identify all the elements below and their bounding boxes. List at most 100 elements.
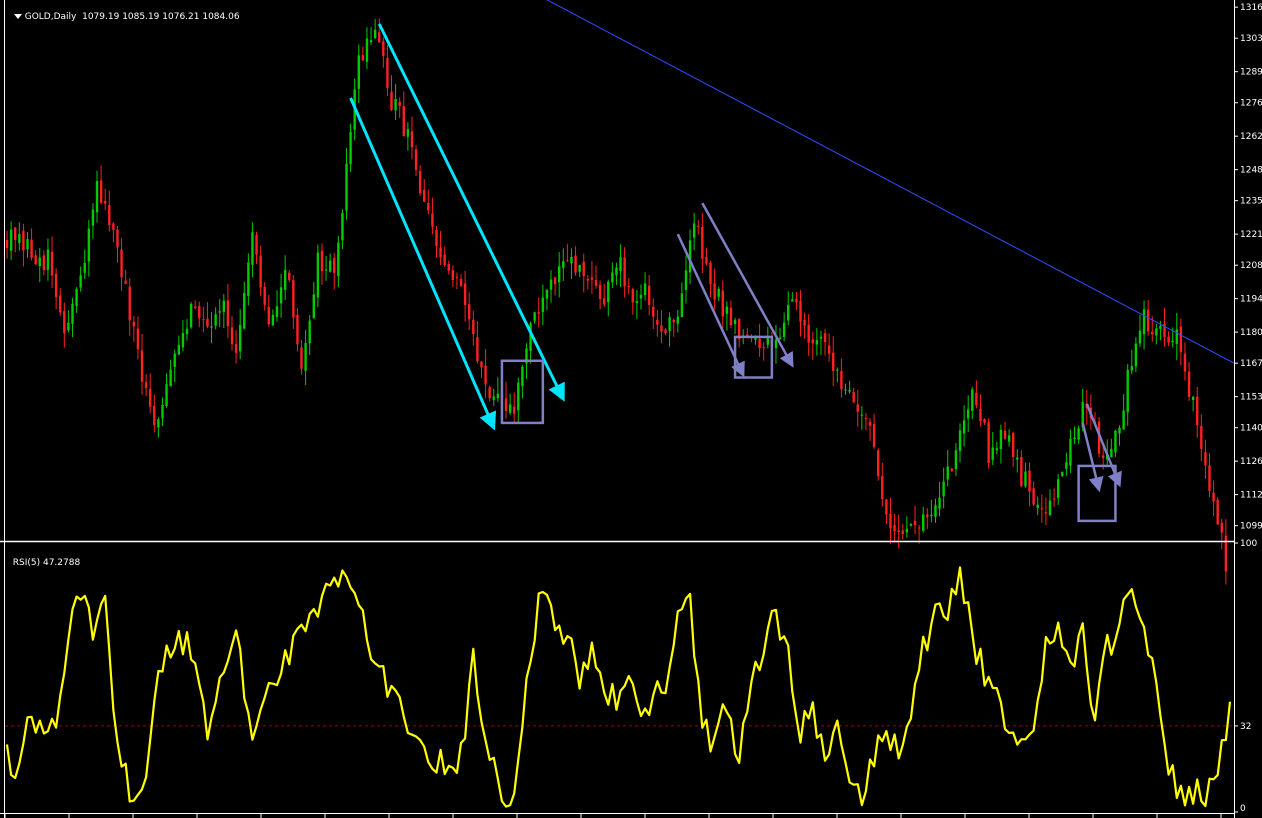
candle-body[interactable] bbox=[71, 303, 74, 324]
candle-body[interactable] bbox=[59, 295, 62, 313]
candle-body[interactable] bbox=[288, 272, 291, 281]
candle-body[interactable] bbox=[991, 447, 994, 460]
candle-body[interactable] bbox=[161, 405, 164, 419]
candle-body[interactable] bbox=[1056, 479, 1060, 498]
candle-body[interactable] bbox=[443, 254, 446, 265]
candle-body[interactable] bbox=[1208, 465, 1211, 491]
candle-body[interactable] bbox=[42, 255, 46, 271]
candle-body[interactable] bbox=[664, 329, 667, 334]
candle-body[interactable] bbox=[1191, 396, 1195, 400]
candle-body[interactable] bbox=[1204, 452, 1207, 466]
candle-body[interactable] bbox=[1011, 433, 1015, 458]
price-pane[interactable] bbox=[5, 18, 1228, 585]
candle-body[interactable] bbox=[439, 247, 442, 258]
candle-body[interactable] bbox=[279, 287, 283, 304]
candle-body[interactable] bbox=[210, 326, 213, 328]
candle-body[interactable] bbox=[922, 514, 925, 531]
candle-body[interactable] bbox=[402, 106, 405, 137]
candle-body[interactable] bbox=[832, 352, 835, 371]
candle-body[interactable] bbox=[1114, 430, 1117, 453]
candle-body[interactable] bbox=[787, 305, 790, 321]
candle-body[interactable] bbox=[480, 361, 483, 368]
candle-body[interactable] bbox=[463, 283, 467, 306]
candle-body[interactable] bbox=[349, 131, 352, 165]
candle-body[interactable] bbox=[954, 450, 958, 470]
candle-body[interactable] bbox=[30, 239, 33, 258]
candle-body[interactable] bbox=[537, 312, 540, 314]
candle-body[interactable] bbox=[836, 369, 839, 371]
candle-body[interactable] bbox=[541, 297, 545, 312]
candle-body[interactable] bbox=[684, 270, 688, 290]
candle-body[interactable] bbox=[304, 342, 307, 371]
candle-body[interactable] bbox=[987, 422, 990, 463]
candle-body[interactable] bbox=[320, 250, 324, 272]
candle-body[interactable] bbox=[1200, 425, 1203, 449]
candle-body[interactable] bbox=[18, 234, 21, 244]
candle-body[interactable] bbox=[451, 270, 455, 281]
candle-body[interactable] bbox=[553, 277, 557, 285]
candle-body[interactable] bbox=[901, 530, 904, 535]
candle-body[interactable] bbox=[316, 252, 320, 298]
candle-body[interactable] bbox=[116, 229, 119, 248]
candle-body[interactable] bbox=[557, 266, 561, 283]
candle-body[interactable] bbox=[54, 273, 58, 298]
candle-body[interactable] bbox=[1122, 410, 1125, 430]
candle-body[interactable] bbox=[1024, 471, 1027, 487]
candle-body[interactable] bbox=[206, 318, 209, 327]
candle-body[interactable] bbox=[476, 337, 479, 362]
candle-body[interactable] bbox=[729, 307, 733, 326]
candle-body[interactable] bbox=[570, 256, 573, 264]
candle-body[interactable] bbox=[697, 225, 700, 227]
candle-body[interactable] bbox=[545, 289, 549, 299]
candle-body[interactable] bbox=[680, 293, 684, 317]
candle-body[interactable] bbox=[99, 180, 103, 203]
candle-body[interactable] bbox=[333, 258, 336, 273]
candle-body[interactable] bbox=[108, 205, 111, 226]
candle-body[interactable] bbox=[181, 333, 185, 348]
candle-body[interactable] bbox=[905, 528, 909, 533]
candle-body[interactable] bbox=[275, 306, 279, 318]
candle-body[interactable] bbox=[455, 276, 459, 278]
candle-body[interactable] bbox=[238, 325, 242, 352]
candle-body[interactable] bbox=[34, 255, 37, 265]
candle-body[interactable] bbox=[1155, 328, 1158, 336]
candle-body[interactable] bbox=[357, 55, 360, 89]
candle-body[interactable] bbox=[1073, 437, 1076, 440]
candle-body[interactable] bbox=[226, 300, 230, 327]
candle-body[interactable] bbox=[169, 369, 172, 387]
candle-body[interactable] bbox=[22, 230, 25, 251]
candle-body[interactable] bbox=[643, 283, 647, 296]
candle-body[interactable] bbox=[639, 294, 643, 299]
candle-body[interactable] bbox=[87, 228, 91, 262]
candle-body[interactable] bbox=[913, 520, 917, 526]
candle-body[interactable] bbox=[418, 171, 422, 194]
candle-body[interactable] bbox=[746, 334, 749, 336]
candle-body[interactable] bbox=[758, 338, 761, 349]
candle-body[interactable] bbox=[586, 278, 590, 281]
candle-body[interactable] bbox=[472, 319, 475, 335]
candle-body[interactable] bbox=[774, 339, 778, 349]
candle-body[interactable] bbox=[390, 91, 393, 111]
candle-body[interactable] bbox=[144, 382, 148, 389]
candle-body[interactable] bbox=[897, 530, 900, 533]
candle-body[interactable] bbox=[999, 429, 1003, 449]
candle-body[interactable] bbox=[668, 317, 671, 331]
candle-body[interactable] bbox=[67, 322, 70, 331]
candle-body[interactable] bbox=[938, 497, 941, 509]
candle-body[interactable] bbox=[885, 499, 888, 515]
candle-body[interactable] bbox=[267, 307, 271, 325]
candle-body[interactable] bbox=[983, 419, 986, 423]
candle-body[interactable] bbox=[1044, 512, 1048, 514]
candle-body[interactable] bbox=[91, 209, 95, 226]
candle-body[interactable] bbox=[844, 389, 847, 391]
channel-arrow[interactable] bbox=[676, 233, 745, 378]
candle-body[interactable] bbox=[549, 279, 553, 290]
candle-body[interactable] bbox=[271, 314, 275, 326]
candle-body[interactable] bbox=[717, 288, 720, 297]
candle-body[interactable] bbox=[795, 298, 798, 303]
candle-body[interactable] bbox=[234, 344, 238, 353]
candle-body[interactable] bbox=[1142, 309, 1146, 335]
candle-body[interactable] bbox=[247, 262, 250, 296]
candle-body[interactable] bbox=[251, 232, 254, 265]
candle-body[interactable] bbox=[823, 333, 827, 343]
